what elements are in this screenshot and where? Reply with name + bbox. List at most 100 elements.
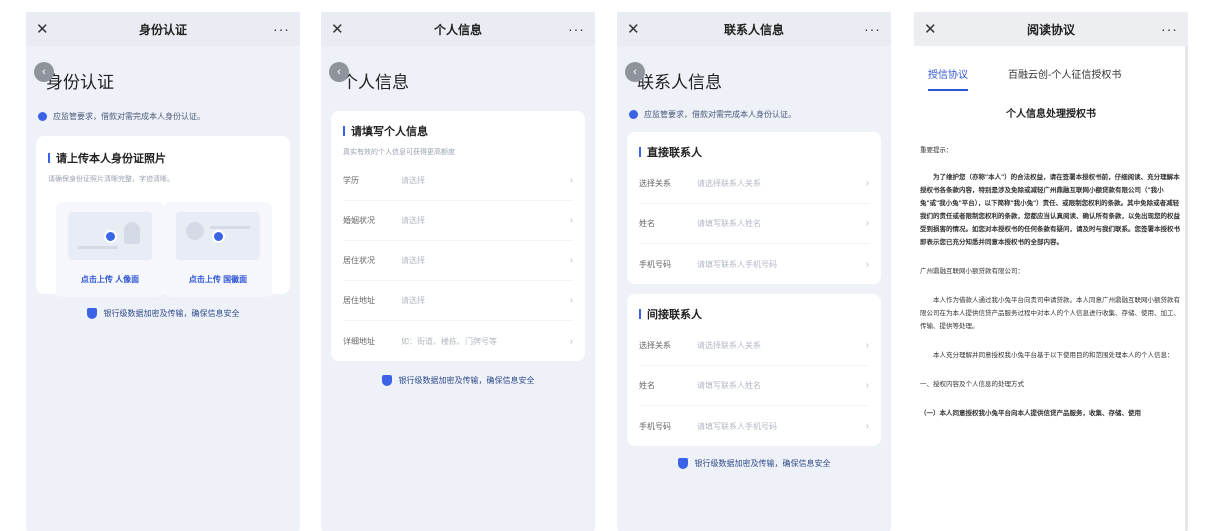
form-row[interactable]: 详细地址 如：街道、楼栋、门牌号等 › (343, 321, 573, 361)
nav-title: 联系人信息 (723, 22, 784, 37)
secure-notice: 银行级数据加密及传输，确保信息安全 (26, 308, 300, 319)
form-row[interactable]: 选择关系 请选择联系人关系 › (639, 164, 869, 204)
info-icon (629, 110, 638, 119)
field-input[interactable]: 如：街道、楼栋、门牌号等 (401, 336, 570, 347)
contact-info-screen: ✕ 联系人信息 ··· ‹ 联系人信息 应监管要求，借款对需完成本人身份认证。 … (617, 12, 891, 531)
secure-text: 银行级数据加密及传输，确保信息安全 (398, 376, 535, 385)
field-input[interactable]: 请填写联系人姓名 (697, 380, 866, 391)
card-subtitle: 真实有效的个人信息可获得更高额度 (343, 149, 455, 156)
form-row[interactable]: 姓名 请填写联系人姓名 › (639, 204, 869, 244)
upload-area: 点击上传 人像面 点击上传 国徽面 (48, 202, 280, 297)
upload-back-button[interactable]: 点击上传 国徽面 (164, 202, 272, 297)
page-title: ‹ 身份认证 (34, 62, 300, 93)
back-icon[interactable]: ‹ (329, 62, 349, 82)
close-icon[interactable]: ✕ (924, 20, 944, 38)
doc-paragraph: （一）本人同意授权我小兔平台向本人提供信贷产品服务，收集、存储、使用 (920, 410, 1141, 417)
card-subtitle: 请确保身份证照片清晰完整，字迹清晰。 (48, 176, 174, 183)
identity-screen: ✕ 身份认证 ··· ‹ 身份认证 应监管要求，借款对需完成本人身份认证。 请上… (26, 12, 300, 531)
form-row[interactable]: 手机号码 请填写联系人手机号码 › (639, 244, 869, 284)
id-front-illustration (68, 212, 152, 260)
camera-icon (212, 230, 225, 243)
field-input[interactable]: 请选择 (401, 295, 570, 306)
page-title-text: 联系人信息 (637, 73, 722, 92)
field-label: 居住状况 (343, 256, 375, 265)
field-label: 手机号码 (639, 259, 671, 269)
field-label: 手机号码 (639, 421, 671, 431)
field-label: 选择关系 (639, 179, 671, 188)
more-icon[interactable]: ··· (861, 21, 881, 37)
form-row[interactable]: 姓名 请填写联系人姓名 › (639, 366, 869, 406)
top-bar: ✕ 联系人信息 ··· (617, 12, 891, 46)
doc-paragraph: 为了维护您（亦称"本人"）的合法权益，请在签署本授权书前，仔细阅读、充分理解本授… (920, 174, 1180, 246)
upload-front-button[interactable]: 点击上传 人像面 (56, 202, 164, 297)
agreement-tabs: 授信协议 百融云创-个人征信授权书 (914, 66, 1188, 91)
field-input[interactable]: 请填写联系人手机号码 (697, 421, 866, 432)
field-input[interactable]: 请选择 (401, 255, 570, 266)
chevron-right-icon: › (569, 335, 573, 347)
form-row[interactable]: 居住地址 请选择 › (343, 281, 573, 321)
tab-credit-authorization[interactable]: 百融云创-个人征信授权书 (1008, 66, 1121, 91)
chevron-right-icon: › (865, 340, 869, 351)
indirect-contact-card: 间接联系人 选择关系 请选择联系人关系 › 姓名 请填写联系人姓名 › 手机号码 请填写联系人… (627, 294, 881, 446)
close-icon[interactable]: ✕ (36, 20, 56, 38)
upload-front-label[interactable]: 点击上传 人像面 (81, 274, 139, 285)
chevron-right-icon: › (865, 178, 869, 189)
document-title: 个人信息处理授权书 (1006, 109, 1096, 120)
form-rows: 学历 请选择 › 婚姻状况 请选择 › 居住状况 请选择 › 居住地址 请选择 › 详细地址 如：街道、楼… (343, 161, 573, 361)
field-input[interactable]: 请填写联系人手机号码 (697, 259, 866, 270)
chevron-right-icon: › (569, 215, 573, 226)
close-icon[interactable]: ✕ (627, 20, 647, 38)
back-icon[interactable]: ‹ (34, 62, 54, 82)
chevron-right-icon: › (865, 258, 869, 270)
indirect-contact-title: 间接联系人 (639, 306, 869, 322)
regulation-tip: 应监管要求，借款对需完成本人身份认证。 (629, 109, 891, 120)
top-bar: ✕ 身份认证 ··· (26, 12, 300, 46)
chevron-right-icon: › (865, 218, 869, 229)
field-input[interactable]: 请填写联系人姓名 (697, 218, 866, 229)
id-back-illustration (176, 212, 260, 260)
secure-notice: 银行级数据加密及传输，确保信息安全 (617, 458, 891, 469)
field-label: 学历 (343, 176, 359, 185)
form-row[interactable]: 选择关系 请选择联系人关系 › (639, 326, 869, 366)
regulation-tip: 应监管要求，借款对需完成本人身份认证。 (38, 111, 300, 122)
card-title: 请填写个人信息 (343, 123, 573, 139)
doc-greeting: 重要提示： (920, 147, 953, 154)
field-input[interactable]: 请选择 (401, 215, 570, 226)
scrollbar[interactable] (1185, 46, 1188, 531)
form-row[interactable]: 手机号码 请填写联系人手机号码 › (639, 406, 869, 446)
more-icon[interactable]: ··· (565, 21, 585, 37)
secure-text: 银行级数据加密及传输，确保信息安全 (694, 459, 831, 468)
form-row[interactable]: 婚姻状况 请选择 › (343, 201, 573, 241)
upload-back-label[interactable]: 点击上传 国徽面 (189, 274, 247, 285)
more-icon[interactable]: ··· (1158, 21, 1178, 37)
doc-paragraph: 本人作为借款人通过我小兔平台向贵司申请贷款。本人同意广州鼎融互联网小额贷款有限公… (920, 297, 1180, 330)
tip-text: 应监管要求，借款对需完成本人身份认证。 (53, 112, 205, 121)
secure-text: 银行级数据加密及传输，确保信息安全 (103, 309, 240, 318)
upload-card: 请上传本人身份证照片 请确保身份证照片清晰完整，字迹清晰。 点击上传 人像面 点… (36, 136, 290, 297)
field-input[interactable]: 请选择 (401, 175, 570, 186)
direct-contact-title: 直接联系人 (639, 144, 869, 160)
tab-credit-agreement[interactable]: 授信协议 (928, 66, 968, 91)
tip-text: 应监管要求，借款对需完成本人身份认证。 (644, 110, 796, 119)
nav-title: 身份认证 (138, 22, 187, 37)
agreement-document[interactable]: 个人信息处理授权书 重要提示： 为了维护您（亦称"本人"）的合法权益，请在签署本… (914, 105, 1188, 420)
chevron-right-icon: › (569, 255, 573, 266)
top-bar: ✕ 阅读协议 ··· (914, 12, 1188, 46)
close-icon[interactable]: ✕ (331, 20, 351, 38)
agreement-screen: ✕ 阅读协议 ··· 授信协议 百融云创-个人征信授权书 个人信息处理授权书 重… (914, 12, 1188, 531)
back-icon[interactable]: ‹ (625, 62, 645, 82)
field-label: 姓名 (639, 381, 655, 390)
direct-contact-card: 直接联系人 选择关系 请选择联系人关系 › 姓名 请填写联系人姓名 › 手机号码 请填写联系人… (627, 132, 881, 284)
personal-info-card: 请填写个人信息 真实有效的个人信息可获得更高额度 学历 请选择 › 婚姻状况 请选择 › 居… (331, 111, 585, 361)
chevron-right-icon: › (865, 420, 869, 432)
more-icon[interactable]: ··· (270, 21, 290, 37)
field-input[interactable]: 请选择联系人关系 (697, 178, 866, 189)
personal-info-screen: ✕ 个人信息 ··· ‹ 个人信息 请填写个人信息 真实有效的个人信息可获得更高… (321, 12, 595, 531)
form-row[interactable]: 学历 请选择 › (343, 161, 573, 201)
page-title-text: 个人信息 (341, 73, 409, 92)
doc-paragraph: 本人充分理解并同意授权我小兔平台基于以下使用目的和范围处理本人的个人信息： (933, 352, 1174, 359)
chevron-right-icon: › (569, 175, 573, 186)
camera-icon (104, 230, 117, 243)
form-row[interactable]: 居住状况 请选择 › (343, 241, 573, 281)
field-input[interactable]: 请选择联系人关系 (697, 340, 866, 351)
